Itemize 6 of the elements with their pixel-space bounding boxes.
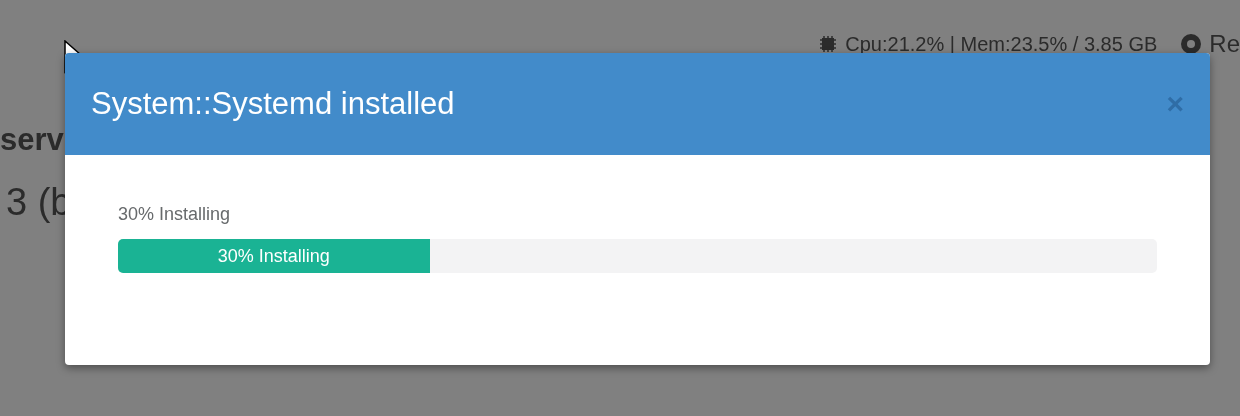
header-link[interactable]: Re	[1209, 26, 1240, 62]
page-heading: serv	[0, 124, 65, 155]
chip-icon	[819, 35, 838, 53]
progress-status: 30% Installing	[118, 203, 232, 226]
modal-title: System::Systemd installed	[91, 84, 455, 123]
progress-label: 30% Installing	[217, 244, 330, 268]
